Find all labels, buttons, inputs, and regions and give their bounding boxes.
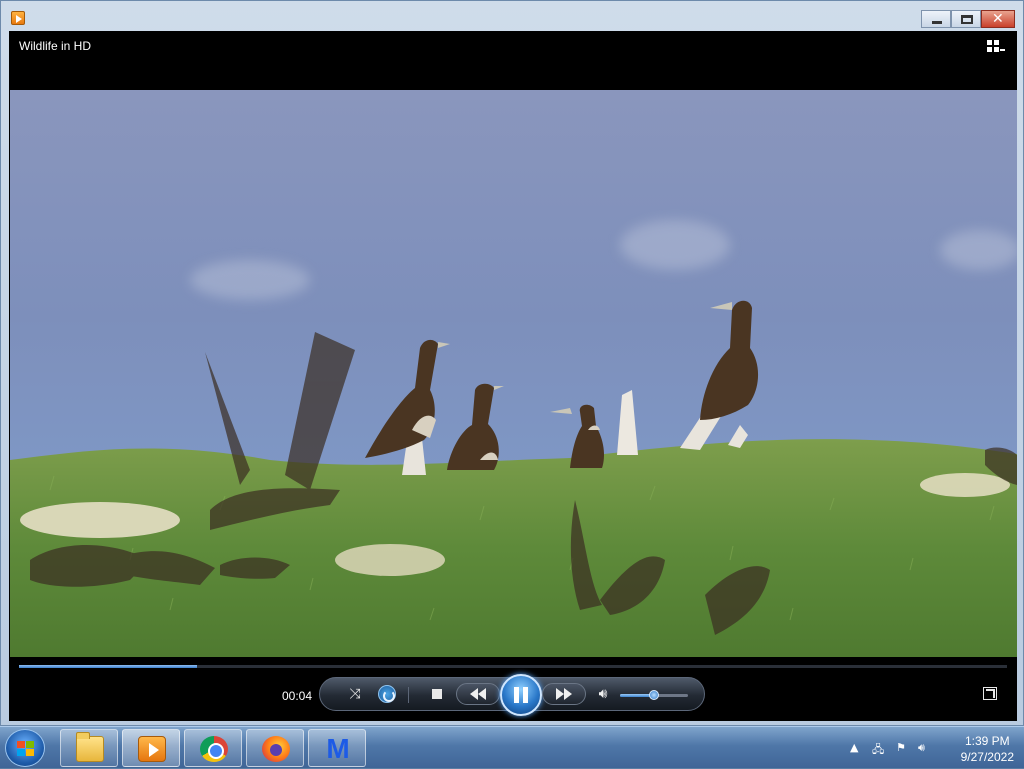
clock-date: 9/27/2022 [960, 750, 1014, 764]
media-title: Wildlife in HD [19, 39, 92, 53]
volume-icon[interactable]: 🔊︎ [918, 741, 925, 755]
clock[interactable]: 1:39 PM 9/27/2022 [961, 733, 1014, 765]
previous-icon[interactable] [456, 683, 500, 705]
fullscreen-icon[interactable] [983, 687, 997, 700]
folder-icon [76, 732, 104, 762]
mute-icon[interactable]: 🔊︎ [592, 683, 614, 705]
start-button[interactable] [5, 729, 45, 767]
pause-icon[interactable] [500, 674, 542, 716]
playback-controls: ⤨ 🔊︎ [319, 674, 705, 716]
windows-logo-icon [17, 741, 35, 757]
shuffle-icon[interactable]: ⤨ [344, 683, 366, 705]
network-icon[interactable]: 🖧︎ [872, 741, 884, 760]
stop-icon[interactable] [426, 683, 448, 705]
media-player-icon [138, 736, 166, 762]
close-icon: ✕ [992, 11, 1004, 27]
clock-time: 1:39 PM [964, 734, 1010, 748]
video-frame[interactable] [10, 90, 1017, 657]
title-bar[interactable]: ✕ [1, 1, 1023, 31]
taskbar-explorer[interactable] [60, 729, 118, 767]
chrome-icon [200, 736, 228, 762]
close-button[interactable]: ✕ [981, 10, 1015, 28]
media-player-icon [11, 11, 25, 25]
taskbar-chrome[interactable] [184, 729, 242, 767]
media-player-window: ✕ Wildlife in HD 00:04 ⤨ 🔊︎ [0, 0, 1024, 726]
next-icon[interactable] [542, 683, 586, 705]
restore-button[interactable] [951, 10, 981, 28]
action-center-flag-icon[interactable]: ⚑ [896, 741, 906, 754]
minimize-icon [932, 21, 942, 24]
restore-icon [961, 15, 973, 24]
seek-bar[interactable] [19, 665, 1007, 668]
video-scene [10, 300, 1017, 657]
taskbar-firefox[interactable] [246, 729, 304, 767]
taskbar-media-player[interactable] [122, 729, 180, 767]
divider [408, 687, 409, 703]
taskbar-malwarebytes[interactable]: M [308, 729, 366, 767]
system-tray: ▲ 🖧︎ ⚑ 🔊︎ 1:39 PM 9/27/2022 [844, 727, 1024, 769]
show-hidden-icons-icon[interactable]: ▲ [850, 741, 858, 754]
malwarebytes-icon: M [326, 733, 350, 764]
elapsed-time: 00:04 [282, 689, 313, 703]
minimize-button[interactable] [921, 10, 951, 28]
seek-progress [19, 665, 197, 668]
volume-thumb[interactable] [649, 690, 659, 700]
taskbar: M ▲ 🖧︎ ⚑ 🔊︎ 1:39 PM 9/27/2022 [0, 726, 1024, 768]
switch-to-library-icon[interactable] [987, 40, 1005, 54]
repeat-icon[interactable] [376, 683, 398, 705]
firefox-icon [262, 736, 290, 762]
now-playing-area: Wildlife in HD 00:04 ⤨ 🔊︎ [9, 31, 1017, 721]
volume-slider[interactable] [620, 690, 688, 700]
